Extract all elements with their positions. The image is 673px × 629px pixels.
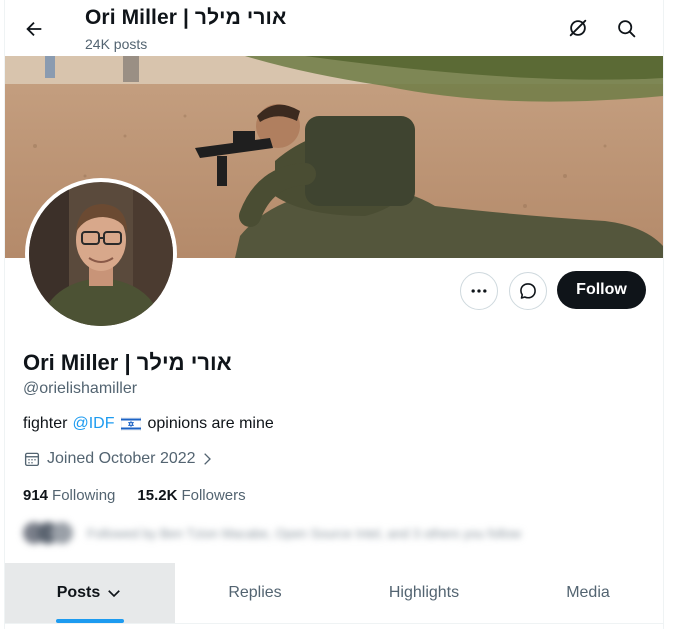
search-button[interactable]	[609, 11, 643, 45]
tab-highlights-label: Highlights	[388, 584, 460, 601]
joined-date[interactable]: Joined October 2022	[23, 450, 215, 468]
tab-posts-label: Posts	[56, 584, 101, 601]
active-tab-indicator	[56, 619, 124, 623]
search-icon	[617, 19, 635, 37]
tab-media[interactable]: Media	[513, 563, 663, 623]
following-label: Following	[52, 487, 116, 504]
chevron-down-icon	[108, 590, 121, 598]
tab-media-label: Media	[566, 584, 610, 601]
posts-count: 24K posts	[85, 36, 148, 52]
follow-button[interactable]: Follow	[557, 271, 646, 309]
more-button[interactable]	[460, 272, 498, 310]
bio-text-prefix: fighter	[23, 415, 68, 432]
tab-highlights[interactable]: Highlights	[335, 563, 513, 623]
avatar-image	[29, 182, 173, 326]
profile-tabs: Posts Replies Highlights Media	[5, 563, 663, 624]
grok-icon	[569, 19, 587, 37]
israel-flag-icon	[121, 416, 142, 432]
following-count: 914	[23, 487, 49, 504]
chevron-right-icon	[203, 453, 211, 465]
back-button[interactable]	[19, 14, 49, 44]
profile-page: Ori Miller | אורי מילר 24K posts Follow …	[4, 0, 664, 629]
more-icon	[471, 289, 487, 293]
profile-handle: @orielishamiller	[23, 380, 138, 397]
joined-text: Joined October 2022	[47, 450, 196, 467]
profile-bio: fighter @IDF opinions are mine	[23, 415, 274, 433]
followed-by-text: Followed by Ben Tzion Macabe, Open Sourc…	[87, 525, 522, 541]
tab-replies[interactable]: Replies	[175, 563, 335, 623]
back-arrow-icon	[26, 21, 42, 37]
calendar-icon	[24, 452, 40, 467]
follow-stats: 914 Following 15.2K Followers	[23, 487, 246, 504]
followed-by-avatars	[23, 522, 73, 544]
page-title: Ori Miller | אורי מילר	[85, 6, 287, 29]
message-button[interactable]	[509, 272, 547, 310]
grok-button[interactable]	[561, 11, 595, 45]
message-icon	[520, 283, 536, 299]
avatar[interactable]	[25, 178, 177, 330]
tab-replies-label: Replies	[228, 584, 282, 601]
bio-mention-link[interactable]: @IDF	[72, 415, 114, 433]
bio-text-suffix: opinions are mine	[147, 415, 274, 432]
top-bar: Ori Miller | אורי מילר 24K posts	[5, 0, 663, 56]
followers-count: 15.2K	[137, 487, 178, 504]
followers-label: Followers	[181, 487, 246, 504]
following-link[interactable]: 914 Following	[23, 487, 115, 504]
tab-posts[interactable]: Posts	[5, 563, 175, 623]
profile-name: Ori Miller | אורי מילר	[23, 350, 232, 375]
followers-link[interactable]: 15.2K Followers	[137, 487, 245, 504]
followed-by-row[interactable]: Followed by Ben Tzion Macabe, Open Sourc…	[23, 516, 583, 550]
